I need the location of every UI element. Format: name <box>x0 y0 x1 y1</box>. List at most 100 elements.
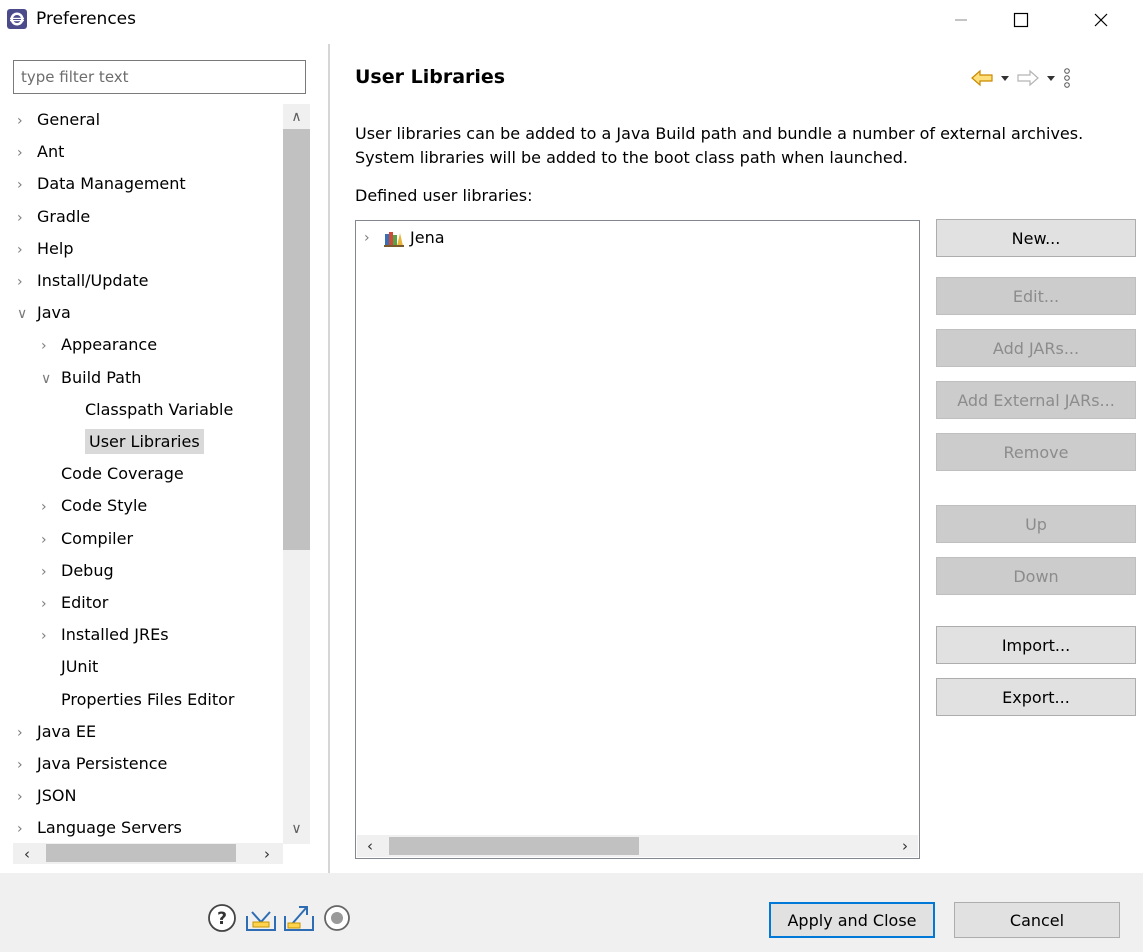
scroll-thumb[interactable] <box>283 129 310 550</box>
cancel-button[interactable]: Cancel <box>954 902 1120 938</box>
tree-item[interactable]: › Install/Update <box>17 265 149 297</box>
expand-chevron-icon[interactable]: › <box>364 227 378 249</box>
dropdown-icon[interactable] <box>1000 74 1010 82</box>
tree-item[interactable]: User Libraries <box>65 426 204 458</box>
edit-button[interactable]: Edit... <box>936 277 1136 315</box>
chevron-right-icon[interactable]: › <box>17 169 37 201</box>
minimize-icon[interactable] <box>932 0 990 40</box>
forward-arrow-icon[interactable] <box>1016 69 1040 87</box>
page-title: User Libraries <box>355 66 506 88</box>
tree-item-label: Help <box>37 238 74 258</box>
window-title: Preferences <box>36 9 136 29</box>
back-arrow-icon[interactable] <box>970 69 994 87</box>
tree-item[interactable]: › Ant <box>17 136 64 168</box>
tree-item[interactable]: › Data Management <box>17 168 186 200</box>
scroll-right-icon[interactable]: › <box>894 835 916 857</box>
tree-item-label: General <box>37 110 101 129</box>
tree-item[interactable]: › Installed JREs <box>41 619 169 651</box>
tree-item[interactable]: › Compiler <box>41 523 133 555</box>
tree-item[interactable]: › Appearance <box>41 329 157 361</box>
tree-item[interactable]: › Language Servers <box>17 812 182 844</box>
chevron-right-icon[interactable]: › <box>17 266 37 298</box>
user-libraries-list[interactable]: › Jena ‹ › <box>355 220 920 859</box>
add-external-jars-button[interactable]: Add External JARs... <box>936 381 1136 419</box>
chevron-down-icon[interactable]: ∨ <box>41 363 61 395</box>
tree-item[interactable]: › Java Persistence <box>17 748 167 780</box>
tree-item[interactable]: › Help <box>17 233 73 265</box>
tree-item-label: JUnit <box>61 657 99 677</box>
tree-item-label: User Libraries <box>85 429 204 454</box>
import-button[interactable]: Import... <box>936 626 1136 664</box>
export-button[interactable]: Export... <box>936 678 1136 716</box>
tree-vertical-scrollbar[interactable]: ∧ ∨ <box>283 104 310 844</box>
add-jars-button[interactable]: Add JARs... <box>936 329 1136 367</box>
tree-item[interactable]: › Editor <box>41 587 108 619</box>
tree-item-label: Ant <box>37 142 65 162</box>
tree-item[interactable]: Code Coverage <box>41 458 184 490</box>
tree-item[interactable]: › Gradle <box>17 201 90 233</box>
tree-item-label: Classpath Variable <box>85 399 234 419</box>
maximize-icon[interactable] <box>992 0 1050 40</box>
tree-item[interactable]: › Debug <box>41 555 114 587</box>
title-bar: Preferences <box>0 0 1143 40</box>
import-icon[interactable] <box>244 902 278 934</box>
preference-tree: › General › Ant › Data Management › Gradle › Help… <box>13 104 310 864</box>
scroll-thumb[interactable] <box>389 837 639 855</box>
scroll-down-icon[interactable]: ∨ <box>283 818 310 840</box>
chevron-right-icon[interactable]: › <box>41 588 61 620</box>
tree-item[interactable]: ∨ Build Path <box>41 362 141 394</box>
tree-item[interactable]: ∨ Java <box>17 297 71 329</box>
splitter[interactable] <box>328 44 330 874</box>
tree-item-label: Debug <box>61 560 114 580</box>
library-icon <box>384 232 404 247</box>
chevron-right-icon[interactable]: › <box>17 202 37 234</box>
scroll-up-icon[interactable]: ∧ <box>283 106 310 128</box>
tree-item[interactable]: JUnit <box>41 651 98 683</box>
new-button[interactable]: New... <box>936 219 1136 257</box>
chevron-right-icon[interactable]: › <box>17 749 37 781</box>
chevron-right-icon[interactable]: › <box>17 813 37 845</box>
chevron-right-icon[interactable]: › <box>41 491 61 523</box>
export-icon[interactable] <box>282 902 316 934</box>
chevron-right-icon[interactable]: › <box>41 620 61 652</box>
dropdown-icon[interactable] <box>1046 74 1056 82</box>
tree-item-label: Java <box>37 303 71 323</box>
tree-item[interactable]: › Code Style <box>41 490 147 522</box>
filter-input[interactable] <box>13 60 306 94</box>
tree-item[interactable]: › JSON <box>17 780 76 812</box>
tree-item[interactable]: Properties Files Editor <box>41 684 235 716</box>
list-horizontal-scrollbar[interactable]: ‹ › <box>357 835 918 857</box>
tree-item-label: Java EE <box>37 721 97 741</box>
view-menu-icon[interactable] <box>1062 67 1072 89</box>
chevron-right-icon[interactable]: › <box>41 330 61 362</box>
chevron-right-icon[interactable]: › <box>17 234 37 266</box>
chevron-down-icon[interactable]: ∨ <box>17 298 37 330</box>
chevron-right-icon[interactable]: › <box>17 137 37 169</box>
tree-item-label: Build Path <box>61 367 142 387</box>
tree-item[interactable]: › General <box>17 104 100 136</box>
list-item[interactable]: › Jena <box>364 227 445 249</box>
remove-button[interactable]: Remove <box>936 433 1136 471</box>
tree-item-label: Install/Update <box>37 271 149 290</box>
chevron-right-icon[interactable]: › <box>17 717 37 749</box>
chevron-right-icon[interactable]: › <box>17 781 37 813</box>
tree-horizontal-scrollbar[interactable]: ‹ › <box>13 843 283 864</box>
tree-item-label: Properties Files Editor <box>61 689 235 709</box>
chevron-right-icon[interactable]: › <box>41 524 61 556</box>
close-icon[interactable] <box>1072 0 1130 40</box>
tree-item-label: JSON <box>37 786 77 806</box>
chevron-right-icon[interactable]: › <box>41 556 61 588</box>
apply-and-close-button[interactable]: Apply and Close <box>769 902 935 938</box>
tree-item[interactable]: Classpath Variable <box>65 394 233 426</box>
scroll-left-icon[interactable]: ‹ <box>16 843 38 864</box>
tree-item[interactable]: › Java EE <box>17 716 96 748</box>
scroll-thumb[interactable] <box>46 844 236 862</box>
scroll-right-icon[interactable]: › <box>256 843 278 864</box>
scroll-left-icon[interactable]: ‹ <box>359 835 381 857</box>
down-button[interactable]: Down <box>936 557 1136 595</box>
up-button[interactable]: Up <box>936 505 1136 543</box>
record-icon-final[interactable] <box>320 902 354 934</box>
page-nav-toolbar <box>970 65 1072 91</box>
tree-item-label: Installed JREs <box>61 625 169 645</box>
chevron-right-icon[interactable]: › <box>17 105 37 137</box>
